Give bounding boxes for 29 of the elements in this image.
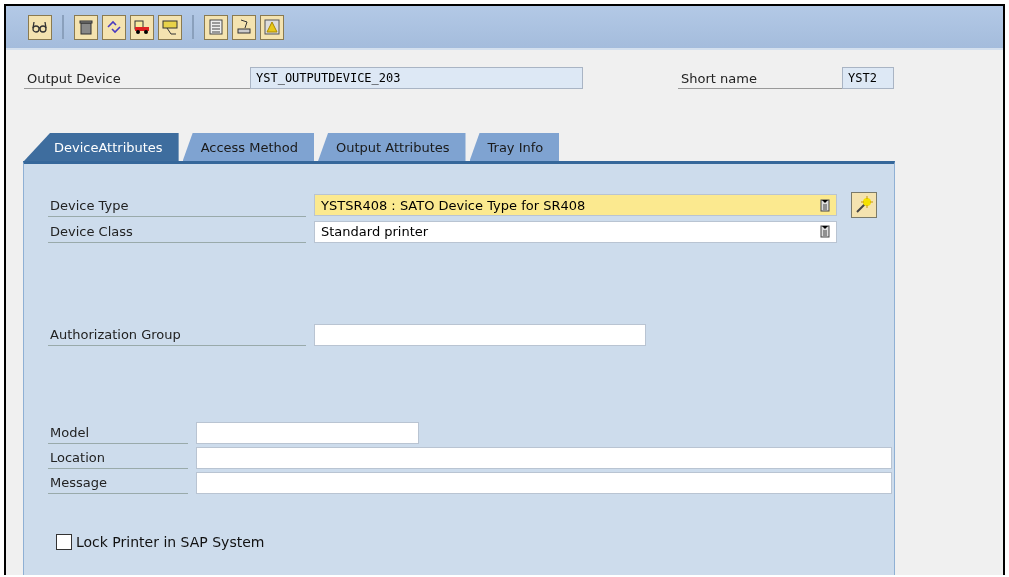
glasses-icon[interactable]: [28, 14, 52, 40]
input-field[interactable]: [314, 323, 646, 346]
magic-wand-icon[interactable]: [851, 192, 877, 218]
field-label: Output Device: [24, 67, 250, 89]
field-label: Model: [48, 421, 188, 444]
tab[interactable]: Output Attributes: [318, 133, 466, 161]
field-label: Location: [48, 446, 188, 469]
dropdown-field[interactable]: Standard printer: [314, 220, 837, 243]
short-name-field[interactable]: YST2: [842, 67, 894, 89]
field-label: Device Class: [48, 220, 306, 243]
input-field[interactable]: [196, 421, 419, 444]
list-icon[interactable]: [820, 198, 830, 212]
tab[interactable]: Access Method: [182, 133, 315, 161]
trash-icon[interactable]: [74, 14, 98, 40]
checkbox[interactable]: [56, 534, 72, 550]
output-device-field[interactable]: YST_OUTPUTDEVICE_203: [250, 67, 583, 89]
checkbox-label: Lock Printer in SAP System: [76, 534, 265, 550]
tab[interactable]: Tray Info: [469, 133, 560, 161]
tab[interactable]: DeviceAttributes: [24, 133, 179, 161]
input-field[interactable]: [196, 471, 892, 494]
field-label: Message: [48, 471, 188, 494]
warning-icon[interactable]: [260, 14, 284, 40]
dropdown-field[interactable]: YSTSR408 : SATO Device Type for SR408: [314, 194, 837, 216]
field-label: Device Type: [48, 193, 306, 217]
truck-icon[interactable]: [130, 14, 154, 40]
form-icon[interactable]: [204, 14, 228, 40]
input-field[interactable]: [196, 446, 892, 469]
field-label: Authorization Group: [48, 323, 306, 346]
list-icon[interactable]: [820, 225, 830, 238]
